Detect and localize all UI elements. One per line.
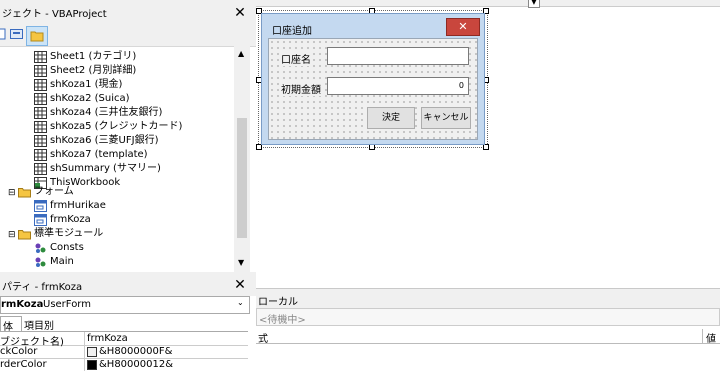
tree-item-label: frmKoza xyxy=(50,214,91,225)
locals-status: <待機中> xyxy=(259,315,306,326)
userform-window: 口座追加 ✕ 口座名 初期金額 0 決定 キャンセル xyxy=(261,13,485,145)
tree-item-label: フォーム xyxy=(34,186,74,197)
locals-window: ローカル <待機中> 式 値 xyxy=(256,288,720,370)
sheet-icon xyxy=(34,163,47,175)
property-value: frmKoza xyxy=(87,333,128,344)
project-tree: Sheet1 (カテゴリ) Sheet2 (月別詳細) shKoza1 (現金)… xyxy=(0,46,234,272)
tree-item-label: Main xyxy=(50,256,74,267)
folder-icon xyxy=(18,228,31,240)
initial-amount-label: 初期金額 xyxy=(279,81,323,96)
sheet-icon xyxy=(34,51,47,63)
folder-icon xyxy=(18,186,31,198)
grid-divider xyxy=(84,358,85,371)
module-icon xyxy=(34,256,47,268)
cancel-button[interactable]: キャンセル xyxy=(421,107,471,129)
sheet-icon xyxy=(34,79,47,91)
project-explorer: ジェクト - VBAProject ✕ Sheet1 (カテゴリ) Sheet2… xyxy=(0,0,257,272)
sheet-icon xyxy=(34,121,47,133)
property-value: &H8000000F& xyxy=(99,346,173,357)
property-row[interactable]: rderColor &H80000012& xyxy=(0,358,248,371)
chevron-down-icon[interactable]: ⌄ xyxy=(237,298,244,307)
tree-item-label: Sheet2 (月別詳細) xyxy=(50,65,137,76)
userform-canvas: 口座名 初期金額 0 決定 キャンセル xyxy=(268,38,478,140)
locals-title: ローカル xyxy=(258,297,298,308)
sheet-icon xyxy=(34,135,47,147)
tree-item-label: Sheet1 (カテゴリ) xyxy=(50,51,137,62)
form-icon xyxy=(34,200,47,212)
project-toolbar xyxy=(0,24,256,47)
column-value[interactable]: 値 xyxy=(706,330,716,345)
collapse-modules-icon[interactable]: ⊟ xyxy=(8,230,16,240)
project-close-icon[interactable]: ✕ xyxy=(232,5,248,21)
locals-context-bar: <待機中> xyxy=(256,308,720,326)
tree-item-label: shKoza6 (三菱UFJ銀行) xyxy=(50,135,159,146)
project-explorer-title: ジェクト - VBAProject xyxy=(2,9,107,20)
tree-item-label: shKoza7 (template) xyxy=(50,149,148,160)
scroll-down-icon[interactable]: ▼ xyxy=(528,0,540,8)
form-designer: ▼ 口座追加 ✕ 口座名 初期金額 0 決定 キャンセル xyxy=(256,0,720,288)
property-value: &H80000012& xyxy=(99,359,174,370)
ok-button-label: 決定 xyxy=(381,113,400,123)
locals-titlebar: ローカル xyxy=(256,288,720,309)
userform-title: 口座追加 xyxy=(272,26,312,37)
sheet-icon xyxy=(34,65,47,77)
form-icon xyxy=(34,214,47,226)
account-name-label: 口座名 xyxy=(279,51,313,66)
initial-amount-value: 0 xyxy=(458,81,464,90)
project-explorer-titlebar: ジェクト - VBAProject ✕ xyxy=(0,0,256,24)
scroll-thumb[interactable] xyxy=(237,118,247,238)
ok-button[interactable]: 決定 xyxy=(367,107,415,129)
sheet-icon xyxy=(34,107,47,119)
tree-item-label: shKoza2 (Suica) xyxy=(50,93,130,104)
sheet-icon xyxy=(34,149,47,161)
tab-alphabetic[interactable]: 体 xyxy=(0,316,22,333)
tab-categorized-label: 項目別 xyxy=(24,321,54,332)
properties-titlebar: パティ - frmKoza ✕ xyxy=(0,272,256,296)
object-name: rmKoza xyxy=(1,299,44,310)
object-type: UserForm xyxy=(43,299,91,310)
toggle-folders-icon[interactable] xyxy=(26,26,48,46)
tree-item-label: shKoza4 (三井住友銀行) xyxy=(50,107,163,118)
color-swatch xyxy=(87,360,97,370)
properties-close-icon[interactable]: ✕ xyxy=(232,277,248,293)
grid-divider xyxy=(84,332,85,345)
tree-item-label: 標準モジュール xyxy=(34,228,104,239)
tree-item-label: shSummary (サマリー) xyxy=(50,163,161,174)
property-row[interactable]: ブジェクト名) frmKoza xyxy=(0,332,248,348)
module-icon xyxy=(34,242,47,254)
scroll-up-icon[interactable]: ▲ xyxy=(238,49,244,58)
view-code-icon[interactable] xyxy=(0,28,6,40)
tree-item-label: Consts xyxy=(50,242,84,253)
column-expression[interactable]: 式 xyxy=(258,330,268,345)
initial-amount-input[interactable]: 0 xyxy=(327,77,469,95)
tree-item-label: shKoza1 (現金) xyxy=(50,79,123,90)
column-divider xyxy=(702,329,703,343)
collapse-forms-icon[interactable]: ⊟ xyxy=(8,188,16,198)
property-row[interactable]: ckColor &H8000000F& xyxy=(0,345,248,359)
designer-hscroll-top: ▼ xyxy=(256,0,720,8)
tree-item-label: shKoza5 (クレジットカード) xyxy=(50,121,183,132)
property-name: ckColor xyxy=(0,346,38,357)
locals-header: 式 値 xyxy=(256,329,720,345)
object-selector[interactable]: rmKoza UserForm ⌄ xyxy=(0,296,250,314)
cancel-button-label: キャンセル xyxy=(423,113,469,123)
tab-categorized[interactable]: 項目別 xyxy=(22,316,58,332)
project-vertical-scrollbar[interactable]: ▲ ▼ xyxy=(234,46,250,272)
property-name: rderColor xyxy=(0,359,47,370)
view-object-icon[interactable] xyxy=(10,28,24,40)
tree-item-label: frmHurikae xyxy=(50,200,106,211)
account-name-input[interactable] xyxy=(327,47,469,65)
grid-divider xyxy=(84,345,85,358)
userform-titlebar: 口座追加 ✕ xyxy=(262,14,484,38)
sheet-icon xyxy=(34,93,47,105)
properties-title: パティ - frmKoza xyxy=(2,282,83,293)
color-swatch xyxy=(87,347,97,357)
userform-close-icon[interactable]: ✕ xyxy=(446,18,480,36)
scroll-down-icon[interactable]: ▼ xyxy=(238,258,244,267)
properties-window: パティ - frmKoza ✕ rmKoza UserForm ⌄ 体 項目別 … xyxy=(0,272,257,371)
properties-grid: ブジェクト名) frmKoza ckColor &H8000000F& rder… xyxy=(0,331,248,371)
